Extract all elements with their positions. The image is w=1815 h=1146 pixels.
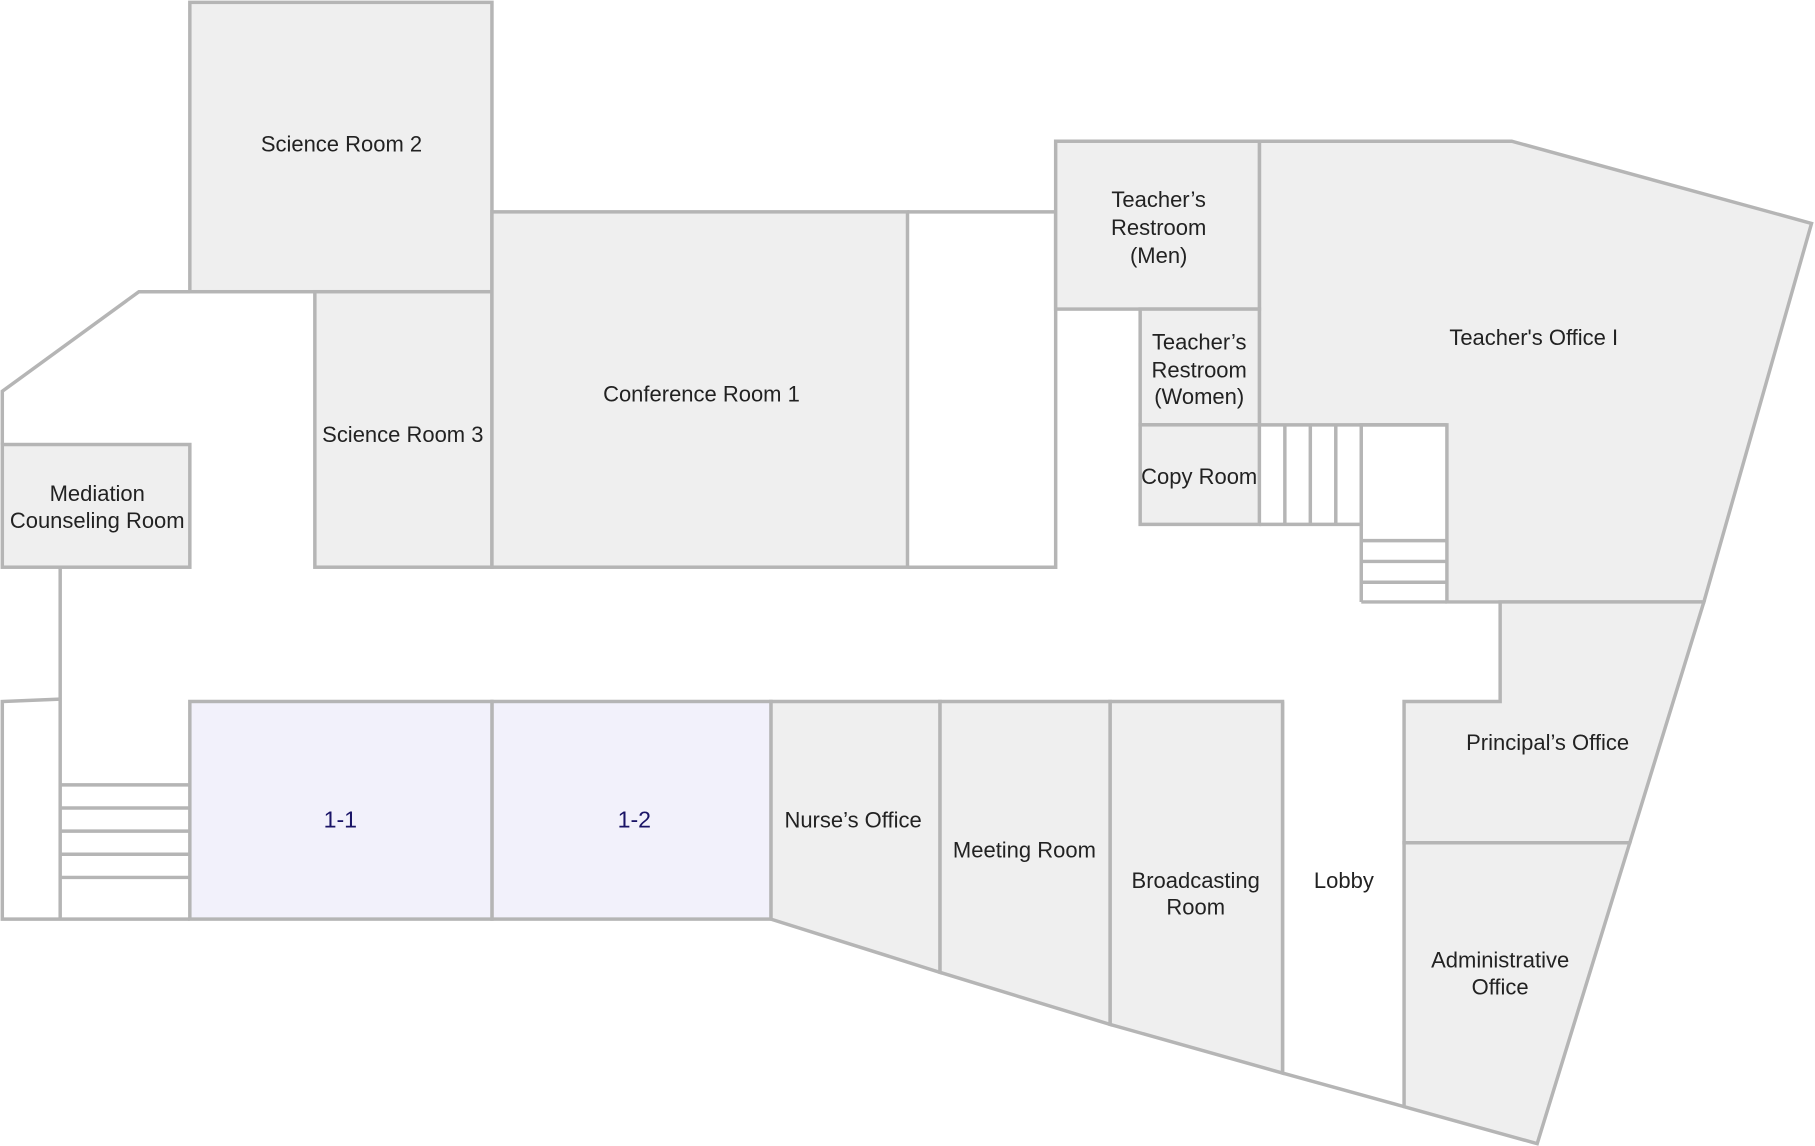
room-principals-office[interactable]: Principal’s Office [1402, 600, 1707, 845]
room-label: Science Room 3 [322, 422, 483, 447]
room-label: Restroom [1152, 357, 1247, 382]
room-mediation-counseling[interactable]: Mediation Counseling Room [0, 442, 192, 569]
room-label: (Men) [1130, 243, 1187, 268]
room-science-room-3[interactable]: Science Room 3 [313, 289, 494, 569]
room-label: Principal’s Office [1466, 730, 1629, 755]
room-label: Restroom [1111, 215, 1206, 240]
wall [0, 289, 190, 445]
room-label: (Women) [1154, 384, 1244, 409]
room-label: Copy Room [1141, 464, 1257, 489]
room-meeting-room[interactable]: Meeting Room [938, 699, 1112, 1027]
classroom-1-2[interactable]: 1-2 [490, 699, 773, 921]
floor-plan: Science Room 2 Science Room 3 Conference… [0, 0, 1814, 1146]
room-label: 1-1 [324, 807, 357, 833]
stairs-left [0, 567, 190, 921]
room-label: Administrative [1431, 948, 1569, 973]
room-nurses-office[interactable]: Nurse’s Office [769, 699, 942, 975]
room-administrative-office[interactable]: Administrative Office [1402, 840, 1633, 1146]
room-label: 1-2 [618, 807, 651, 833]
room-restroom-men[interactable]: Teacher’s Restroom (Men) [1053, 139, 1262, 311]
room-label: Nurse’s Office [784, 808, 921, 833]
room-label: Meeting Room [953, 838, 1096, 863]
room-science-room-2[interactable]: Science Room 2 [188, 0, 494, 294]
room-label: Teacher's Office I [1449, 325, 1618, 350]
room-label: Office [1472, 974, 1529, 999]
room-lobby[interactable]: Lobby [1280, 701, 1405, 1109]
stairs-right [1259, 423, 1447, 604]
room-label: Science Room 2 [261, 132, 422, 157]
room-label: Teacher’s [1152, 330, 1247, 355]
wall [907, 210, 1058, 569]
room-teachers-office[interactable]: Teacher's Office I [1257, 139, 1814, 604]
room-label: Counseling Room [10, 508, 185, 533]
room-label: Lobby [1314, 868, 1374, 893]
room-label: Broadcasting [1132, 868, 1260, 893]
room-restroom-women[interactable]: Teacher’s Restroom (Women) [1138, 307, 1262, 427]
room-label: Conference Room 1 [603, 382, 800, 407]
room-label: Teacher’s [1111, 187, 1206, 212]
room-copy-room[interactable]: Copy Room [1138, 423, 1262, 527]
room-label: Mediation [50, 481, 145, 506]
room-conference-room-1[interactable]: Conference Room 1 [490, 210, 910, 569]
room-broadcasting-room[interactable]: Broadcasting Room [1108, 699, 1285, 1076]
room-label: Room [1166, 894, 1225, 919]
classroom-1-1[interactable]: 1-1 [188, 699, 494, 921]
